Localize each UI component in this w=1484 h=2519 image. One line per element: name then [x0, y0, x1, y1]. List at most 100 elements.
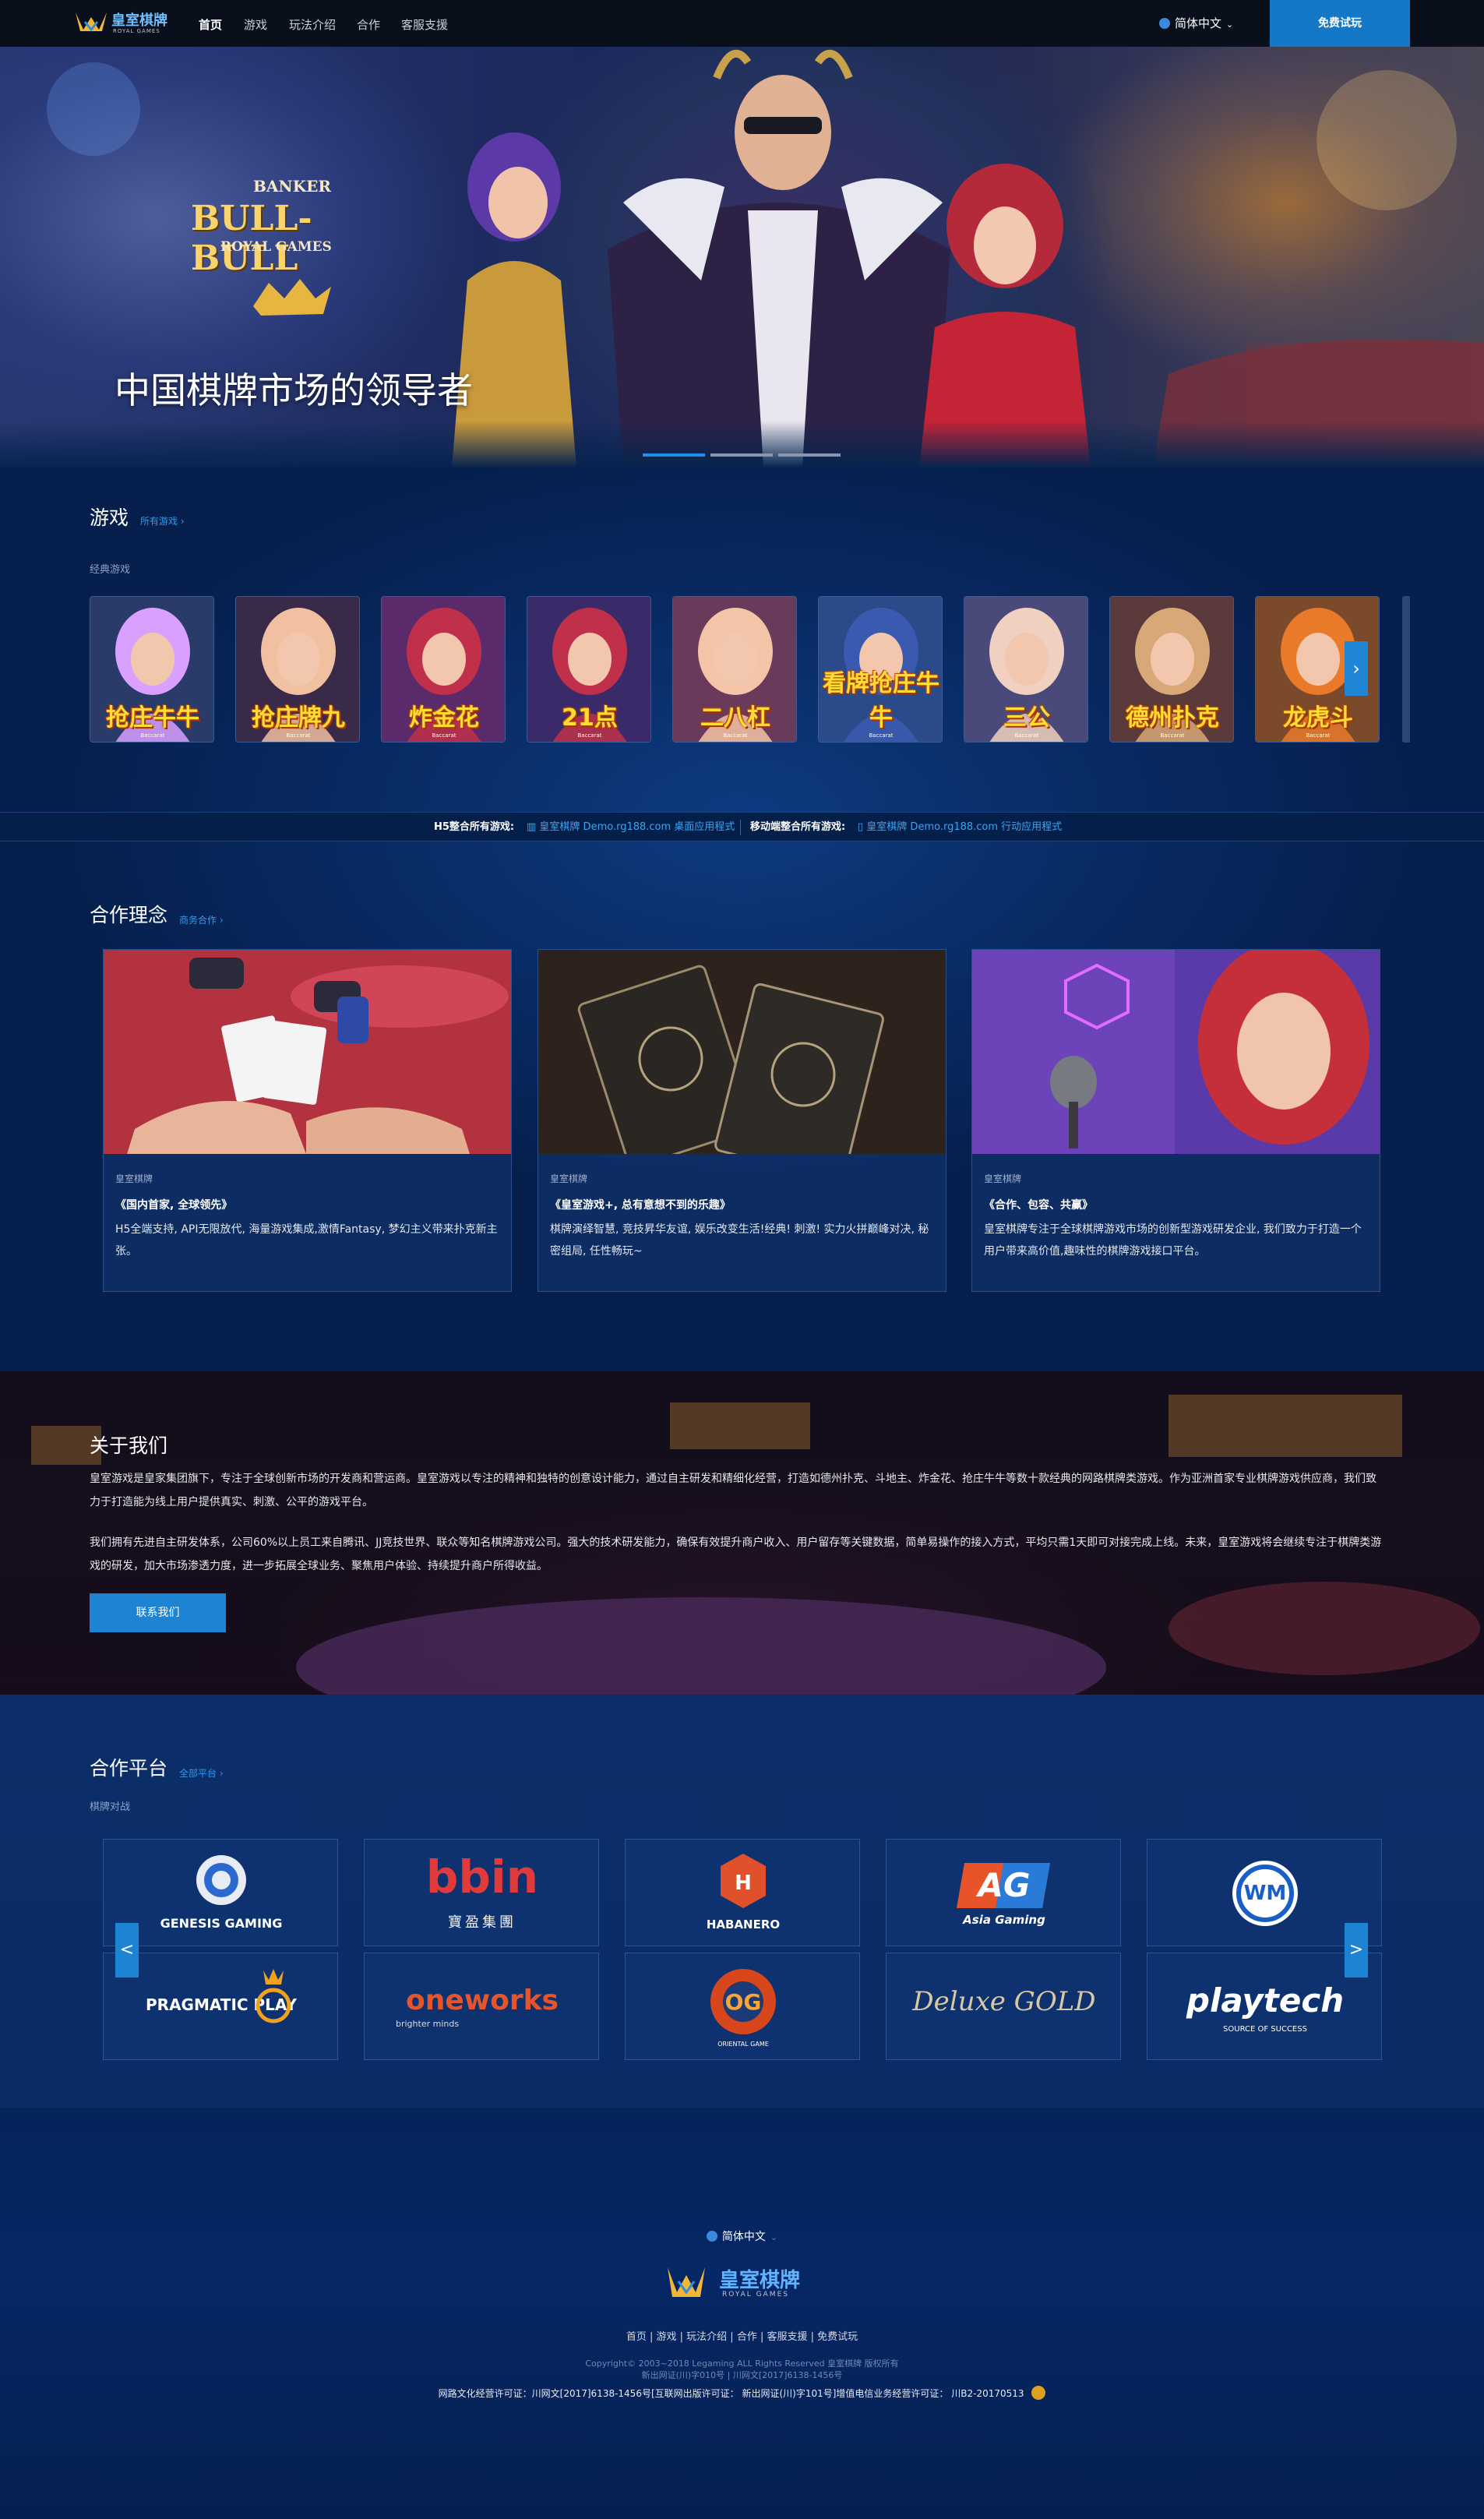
business-link[interactable]: 商务合作 › [179, 913, 224, 926]
nav-support[interactable]: 客服支援 [401, 16, 448, 33]
about-paragraph-2: 我们拥有先进自主研发体系，公司60%以上员工来自腾讯、JJ竞技世界、联众等知名棋… [90, 1536, 1382, 1572]
game-name: 21点 [562, 704, 618, 732]
mobile-label: 移动端整合所有游戏: [750, 821, 846, 833]
partners-prev-button[interactable]: < [115, 1923, 139, 1977]
game-name: 炸金花 [409, 704, 479, 732]
footer [0, 2108, 1484, 2519]
game-tag: Baccarat [432, 732, 456, 739]
footer-language-label: 简体中文 [721, 2231, 766, 2243]
game-tile[interactable]: 抢庄牛牛 Baccarat [90, 596, 214, 743]
card-image-singer [972, 950, 1380, 1154]
contact-us-button[interactable]: 联系我们 [90, 1593, 226, 1632]
footer-link-games[interactable]: 游戏 [656, 2331, 676, 2343]
philosophy-title: 合作理念 [90, 904, 168, 926]
download-bar: H5整合所有游戏: ▥ 皇室棋牌 Demo.rg188.com 桌面应用程式 移… [0, 812, 1484, 841]
card-text: 棋牌演绎智慧, 竞技昇华友谊, 娱乐改变生活!经典! 刺激! 实力火拼巅峰对决,… [550, 1223, 929, 1258]
hero-fade [0, 421, 1484, 467]
language-label: 简体中文 [1175, 16, 1222, 30]
license-a: 川网文[2017]6138-1456号[互联网出版许可证： [531, 2388, 739, 2399]
chevron-down-icon: ⌄ [770, 2232, 778, 2242]
hero-logo-sub: ROYAL GAMES [220, 239, 332, 255]
about-paragraph-1: 皇室游戏是皇家集团旗下，专注于全球创新市场的开发商和营运商。皇室游戏以专注的精神… [90, 1473, 1376, 1508]
logo-sub: ROYAL GAMES [113, 28, 160, 34]
game-peek [1402, 596, 1410, 743]
partner-name: HABANERO [706, 1917, 781, 1932]
all-platforms-link[interactable]: 全部平台 › [179, 1766, 224, 1780]
slide-dot-2[interactable] [710, 453, 773, 457]
partner-habanero[interactable]: H HABANERO [625, 1839, 860, 1946]
footer-link-trial[interactable]: 免费试玩 [817, 2331, 858, 2343]
partner-oneworks[interactable]: oneworks brighter minds [364, 1953, 599, 2060]
nav-home[interactable]: 首页 [199, 16, 222, 33]
philosophy-card-3[interactable]: 皇室棋牌 《合作、包容、共赢》 皇室棋牌专注于全球棋牌游戏市场的创新型游戏研发企… [971, 949, 1380, 1292]
game-tile[interactable]: 炸金花 Baccarat [381, 596, 506, 743]
footer-link-support[interactable]: 客服支援 [767, 2331, 808, 2343]
globe-icon [1159, 18, 1170, 29]
card-title: 《皇室游戏+, 总有意想不到的乐趣》 [550, 1199, 731, 1212]
top-nav: 皇室棋牌 ROYAL GAMES 首页 游戏 玩法介绍 合作 客服支援 简体中文… [0, 0, 1484, 47]
police-badge-icon[interactable] [1031, 2386, 1046, 2400]
game-tag: Baccarat [1014, 732, 1039, 739]
license-b: 新出网证(川)字101号]增值电信业务经营许可证： [742, 2388, 949, 2399]
nav-cooperation[interactable]: 合作 [357, 16, 380, 33]
card-category: 皇室棋牌 [550, 1173, 588, 1184]
phone-icon: ▯ [858, 821, 867, 833]
game-next-button[interactable]: › [1345, 641, 1368, 696]
footer-link-cooperation[interactable]: 合作 [737, 2331, 757, 2343]
slide-dot-3[interactable] [778, 453, 841, 457]
svg-text:OG: OG [725, 1989, 762, 2015]
partner-sub: Asia Gaming [963, 1913, 1045, 1927]
footer-logo[interactable]: 皇室棋牌 ROYAL GAMES [666, 2260, 822, 2306]
card-image-cards [104, 950, 511, 1154]
language-select[interactable]: 简体中文 ⌄ [1159, 15, 1233, 31]
philosophy-card-1[interactable]: 皇室棋牌 《国内首家, 全球领先》 H5全端支持, API无限放代, 海量游戏集… [103, 949, 512, 1292]
all-games-link[interactable]: 所有游戏 › [140, 514, 185, 527]
footer-link-rules[interactable]: 玩法介绍 [686, 2331, 727, 2343]
h5-label: H5整合所有游戏: [434, 821, 515, 833]
game-tile[interactable]: 看牌抢庄牛牛 Baccarat [818, 596, 943, 743]
partner-bbin[interactable]: bbin 寶盈集團 [364, 1839, 599, 1946]
game-tile[interactable]: 21点 Baccarat [527, 596, 651, 743]
philosophy-card-2[interactable]: 皇室棋牌 《皇室游戏+, 总有意想不到的乐趣》 棋牌演绎智慧, 竞技昇华友谊, … [538, 949, 946, 1292]
nav-rules[interactable]: 玩法介绍 [289, 16, 336, 33]
partner-sub: ORIENTAL GAME [717, 2041, 769, 2048]
card-category: 皇室棋牌 [115, 1173, 153, 1184]
game-name: 二八杠 [700, 704, 770, 732]
game-tile[interactable]: 三公 Baccarat [964, 596, 1088, 743]
footer-link-home[interactable]: 首页 [626, 2331, 647, 2343]
game-tile[interactable]: 二八杠 Baccarat [672, 596, 797, 743]
game-name: 三公 [1003, 704, 1050, 732]
license-c: 川B2-20170513 [951, 2388, 1024, 2399]
classic-games-label: 经典游戏 [90, 564, 131, 576]
footer-links: 首页 | 游戏 | 玩法介绍 | 合作 | 客服支援 | 免费试玩 [626, 2331, 858, 2343]
partner-deluxe-gold[interactable]: Deluxe GOLD [886, 1953, 1121, 2060]
partner-asia-gaming[interactable]: AG Asia Gaming [886, 1839, 1121, 1946]
game-tag: Baccarat [286, 732, 311, 739]
partner-name: oneworks [406, 1985, 559, 2016]
nav-games[interactable]: 游戏 [244, 16, 267, 33]
game-tag: Baccarat [140, 732, 165, 739]
partner-name: playtech [1186, 1981, 1345, 2020]
footer-logo-mark [668, 2267, 705, 2297]
game-name: 抢庄牌九 [252, 704, 345, 732]
partner-name: WM [1243, 1882, 1287, 1905]
partner-sub: 寶盈集團 [448, 1914, 516, 1931]
footer-language-select[interactable]: 简体中文 ⌄ [0, 2228, 1484, 2244]
partner-og[interactable]: OG ORIENTAL GAME [625, 1953, 860, 2060]
partners-next-button[interactable]: > [1345, 1923, 1368, 1977]
hero-banner: BANKER BULL-BULL ROYAL GAMES 中国棋牌市场的领导者 [0, 47, 1484, 467]
game-tile[interactable]: 德州扑克 Baccarat [1109, 596, 1234, 743]
partner-name: GENESIS GAMING [160, 1916, 283, 1931]
free-trial-button[interactable]: 免费试玩 [1270, 0, 1410, 47]
brand-logo[interactable]: 皇室棋牌 ROYAL GAMES [74, 6, 183, 41]
desktop-app-link[interactable]: ▥ 皇室棋牌 Demo.rg188.com 桌面应用程式 [527, 813, 735, 842]
slide-dot-1[interactable] [643, 453, 705, 457]
game-tile[interactable]: 抢庄牌九 Baccarat [235, 596, 360, 743]
partner-name: bbin [425, 1850, 539, 1903]
game-tag: Baccarat [1160, 732, 1185, 739]
game-tag: Baccarat [1306, 732, 1331, 739]
game-name: 抢庄牛牛 [106, 704, 199, 732]
mobile-app-link[interactable]: ▯ 皇室棋牌 Demo.rg188.com 行动应用程式 [858, 813, 1062, 842]
bar-divider [740, 820, 741, 835]
card-battle-label: 棋牌对战 [90, 1801, 131, 1813]
